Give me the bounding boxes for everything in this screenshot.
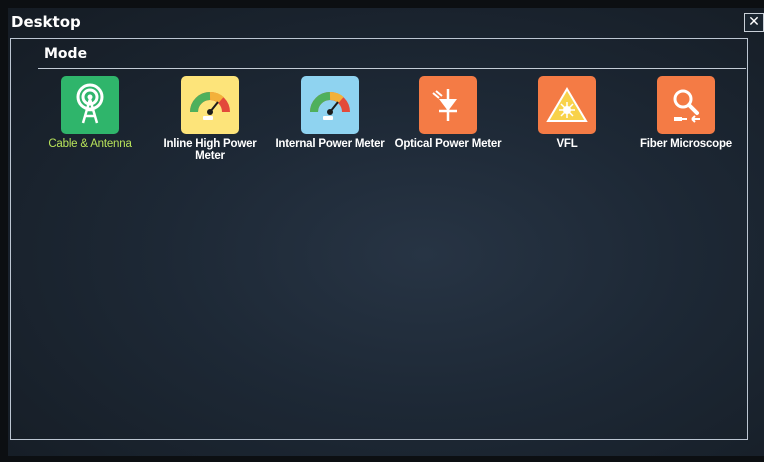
window-title: Desktop <box>11 13 81 31</box>
photodiode-icon <box>419 76 477 134</box>
tile-internal-power-meter[interactable]: Internal Power Meter <box>270 76 390 150</box>
section-title: Mode <box>44 46 88 62</box>
tile-label: Optical Power Meter <box>394 138 502 150</box>
section-divider <box>38 68 746 69</box>
microscope-icon <box>657 76 715 134</box>
tile-optical-power-meter[interactable]: Optical Power Meter <box>388 76 508 150</box>
tile-vfl[interactable]: VFL <box>507 76 627 150</box>
tile-inline-high-power-meter[interactable]: Inline High Power Meter <box>150 76 270 162</box>
tile-fiber-microscope[interactable]: Fiber Microscope <box>626 76 746 150</box>
gauge-icon <box>301 76 359 134</box>
tile-label: Internal Power Meter <box>275 138 385 150</box>
close-button[interactable]: ✕ <box>744 13 764 32</box>
tile-label: Cable & Antenna <box>48 138 132 150</box>
antenna-icon <box>61 76 119 134</box>
desktop-window: Desktop ✕ Mode Cable & Antenna Inline Hi… <box>8 8 764 456</box>
title-bar: Desktop ✕ <box>8 8 764 38</box>
tile-label: Inline High Power Meter <box>163 138 257 162</box>
gauge-icon <box>181 76 239 134</box>
laser-warning-icon <box>538 76 596 134</box>
tile-label: Fiber Microscope <box>639 138 733 150</box>
close-icon: ✕ <box>748 14 760 30</box>
tile-cable-antenna[interactable]: Cable & Antenna <box>30 76 150 150</box>
tile-label: VFL <box>556 138 578 150</box>
